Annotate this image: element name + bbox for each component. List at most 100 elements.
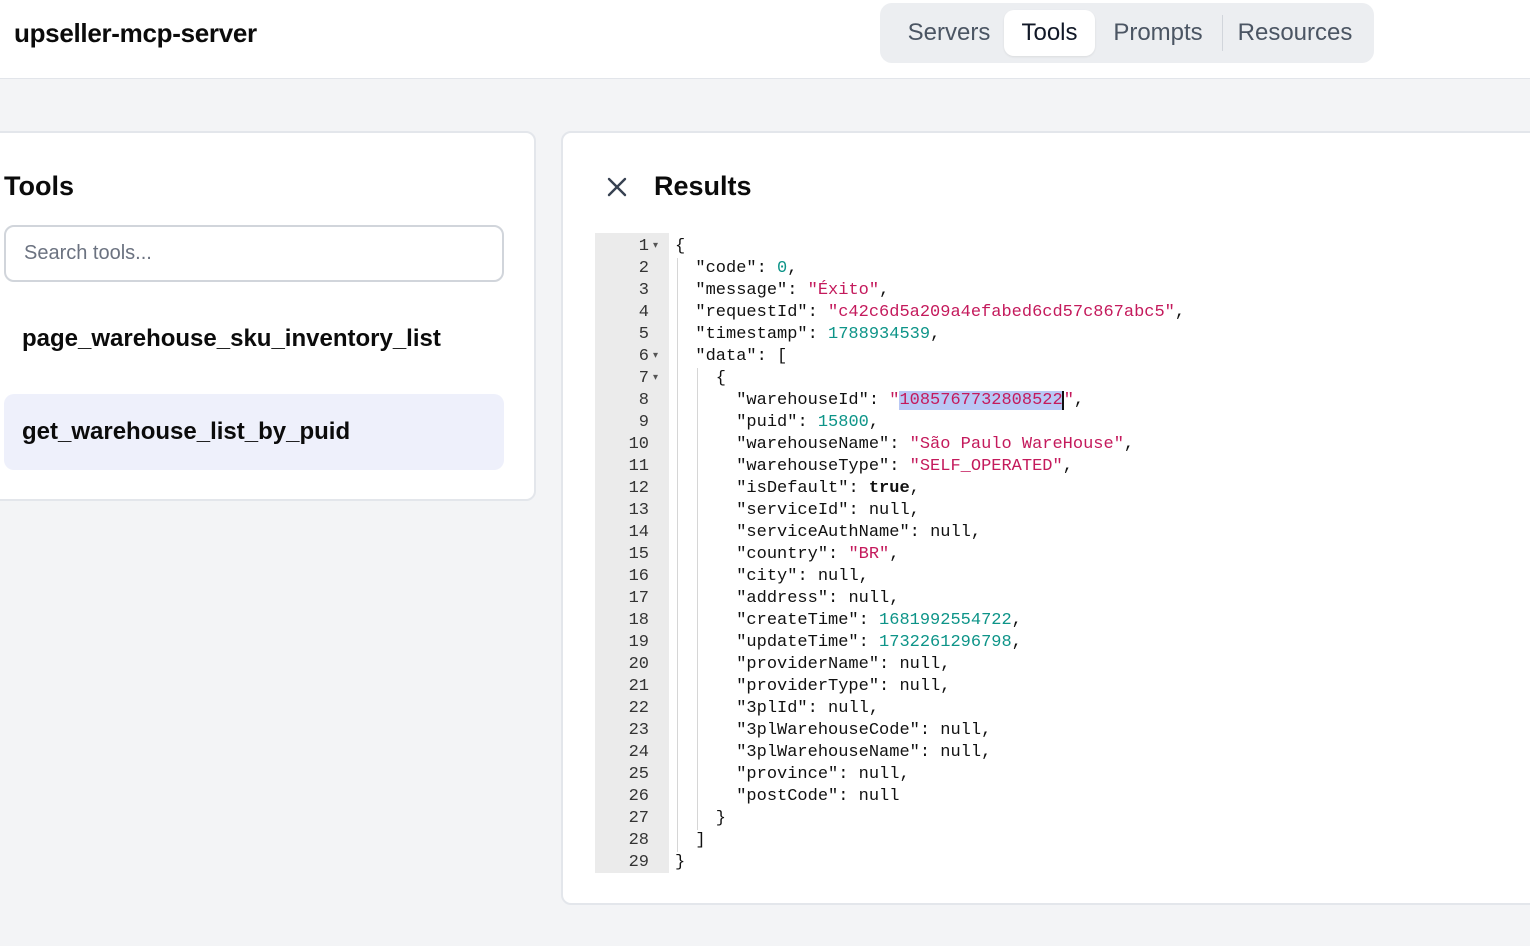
app-header: upseller-mcp-server Servers Tools Prompt… — [0, 0, 1530, 79]
code-text: "data": [ — [695, 347, 788, 366]
tab-servers[interactable]: Servers — [894, 10, 1004, 56]
code-line: 9 "puid": 15800, — [595, 412, 1525, 434]
line-number: 2 — [638, 259, 649, 278]
code-line: 4 "requestId": "c42c6d5a209a4efabed6cd57… — [595, 302, 1525, 324]
tools-panel-title: Tools — [4, 171, 74, 201]
code-line: 22 "3plId": null, — [595, 698, 1525, 720]
line-number: 10 — [628, 435, 649, 454]
tool-item-get-warehouse-list-by-puid[interactable]: get_warehouse_list_by_puid — [4, 394, 504, 470]
line-number: 14 — [628, 523, 649, 542]
line-number: 28 — [628, 831, 649, 850]
code-text: "country": "BR", — [736, 545, 900, 564]
line-number: 27 — [628, 809, 649, 828]
code-line: 20 "providerName": null, — [595, 654, 1525, 676]
line-number: 25 — [628, 765, 649, 784]
line-number: 1 — [638, 237, 649, 256]
json-code-viewer[interactable]: 1 ▾{2 "code": 0, 3 "message": "Éxito", 4 "r… — [595, 233, 1525, 873]
line-number: 11 — [628, 457, 649, 476]
code-line: 5 "timestamp": 1788934539, — [595, 324, 1525, 346]
code-text: "postCode": null — [736, 787, 900, 806]
code-line: 29} — [595, 852, 1525, 874]
results-title: Results — [654, 171, 752, 201]
fold-toggle-icon[interactable]: ▾ — [653, 346, 658, 368]
code-line: 19 "updateTime": 1732261296798, — [595, 632, 1525, 654]
line-number: 18 — [628, 611, 649, 630]
code-text: "providerType": null, — [736, 677, 951, 696]
line-number: 29 — [628, 853, 649, 872]
tab-tools[interactable]: Tools — [1004, 10, 1095, 56]
tab-divider — [1222, 15, 1223, 51]
code-text: "3plWarehouseCode": null, — [736, 721, 992, 740]
code-line: 27 } — [595, 808, 1525, 830]
code-line: 21 "providerType": null, — [595, 676, 1525, 698]
line-number: 19 — [628, 633, 649, 652]
line-number: 21 — [628, 677, 649, 696]
code-line: 2 "code": 0, — [595, 258, 1525, 280]
code-text: "serviceId": null, — [736, 501, 920, 520]
code-text: { — [675, 237, 686, 256]
line-number: 3 — [638, 281, 649, 300]
line-number: 24 — [628, 743, 649, 762]
code-line: 28 ] — [595, 830, 1525, 852]
code-text: } — [675, 853, 686, 872]
code-line: 17 "address": null, — [595, 588, 1525, 610]
code-line: 6 ▾ "data": [ — [595, 346, 1525, 368]
code-text: "warehouseName": "São Paulo WareHouse", — [736, 435, 1135, 454]
search-tools-input[interactable] — [4, 225, 504, 282]
code-line: 14 "serviceAuthName": null, — [595, 522, 1525, 544]
code-text: "createTime": 1681992554722, — [736, 611, 1022, 630]
code-line: 1 ▾ { — [595, 236, 1525, 258]
code-line: 23 "3plWarehouseCode": null, — [595, 720, 1525, 742]
code-line: 18 "createTime": 1681992554722, — [595, 610, 1525, 632]
results-panel: Results 1 ▾{2 "code": 0, 3 "message": "Éxi… — [561, 131, 1530, 905]
code-text: "serviceAuthName": null, — [736, 523, 982, 542]
line-number: 12 — [628, 479, 649, 498]
tab-prompts[interactable]: Prompts — [1103, 10, 1213, 56]
code-text: "message": "Éxito", — [695, 281, 890, 300]
code-text: "warehouseType": "SELF_OPERATED", — [736, 457, 1073, 476]
code-line: 12 "isDefault": true, — [595, 478, 1525, 500]
line-number: 13 — [628, 501, 649, 520]
line-number: 20 — [628, 655, 649, 674]
code-text: "city": null, — [736, 567, 869, 586]
fold-toggle-icon[interactable]: ▾ — [653, 236, 658, 258]
code-line: 13 "serviceId": null, — [595, 500, 1525, 522]
code-text: "updateTime": 1732261296798, — [736, 633, 1022, 652]
app-title: upseller-mcp-server — [14, 18, 257, 48]
code-text: "providerName": null, — [736, 655, 951, 674]
code-line: 24 "3plWarehouseName": null, — [595, 742, 1525, 764]
line-number: 23 — [628, 721, 649, 740]
code-text: "address": null, — [736, 589, 900, 608]
line-number: 4 — [638, 303, 649, 322]
code-text: "3plId": null, — [736, 699, 880, 718]
line-number: 22 — [628, 699, 649, 718]
code-line: 25 "province": null, — [595, 764, 1525, 786]
code-text: "requestId": "c42c6d5a209a4efabed6cd57c8… — [695, 303, 1186, 322]
line-number: 15 — [628, 545, 649, 564]
line-number: 8 — [638, 391, 649, 410]
close-icon[interactable] — [601, 171, 633, 203]
line-number: 7 — [638, 369, 649, 388]
tab-resources[interactable]: Resources — [1230, 10, 1360, 56]
code-text: { — [675, 369, 727, 388]
fold-toggle-icon[interactable]: ▾ — [653, 368, 658, 390]
code-text: "3plWarehouseName": null, — [736, 743, 992, 762]
code-line: 8 "warehouseId": "1085767732808522", — [595, 390, 1525, 412]
line-number: 9 — [638, 413, 649, 432]
line-number: 16 — [628, 567, 649, 586]
line-number: 6 — [638, 347, 649, 366]
line-number: 5 — [638, 325, 649, 344]
code-text: "code": 0, — [695, 259, 798, 278]
indent-guide — [697, 368, 698, 830]
code-text: "timestamp": 1788934539, — [695, 325, 941, 344]
code-text: "province": null, — [736, 765, 910, 784]
tool-item-page-warehouse-sku-inventory-list[interactable]: page_warehouse_sku_inventory_list — [4, 301, 504, 377]
code-line: 15 "country": "BR", — [595, 544, 1525, 566]
tools-panel: Tools page_warehouse_sku_inventory_list … — [0, 131, 536, 501]
code-line: 10 "warehouseName": "São Paulo WareHouse… — [595, 434, 1525, 456]
line-number: 26 — [628, 787, 649, 806]
code-line: 16 "city": null, — [595, 566, 1525, 588]
line-number: 17 — [628, 589, 649, 608]
code-line: 11 "warehouseType": "SELF_OPERATED", — [595, 456, 1525, 478]
code-text: "puid": 15800, — [736, 413, 880, 432]
